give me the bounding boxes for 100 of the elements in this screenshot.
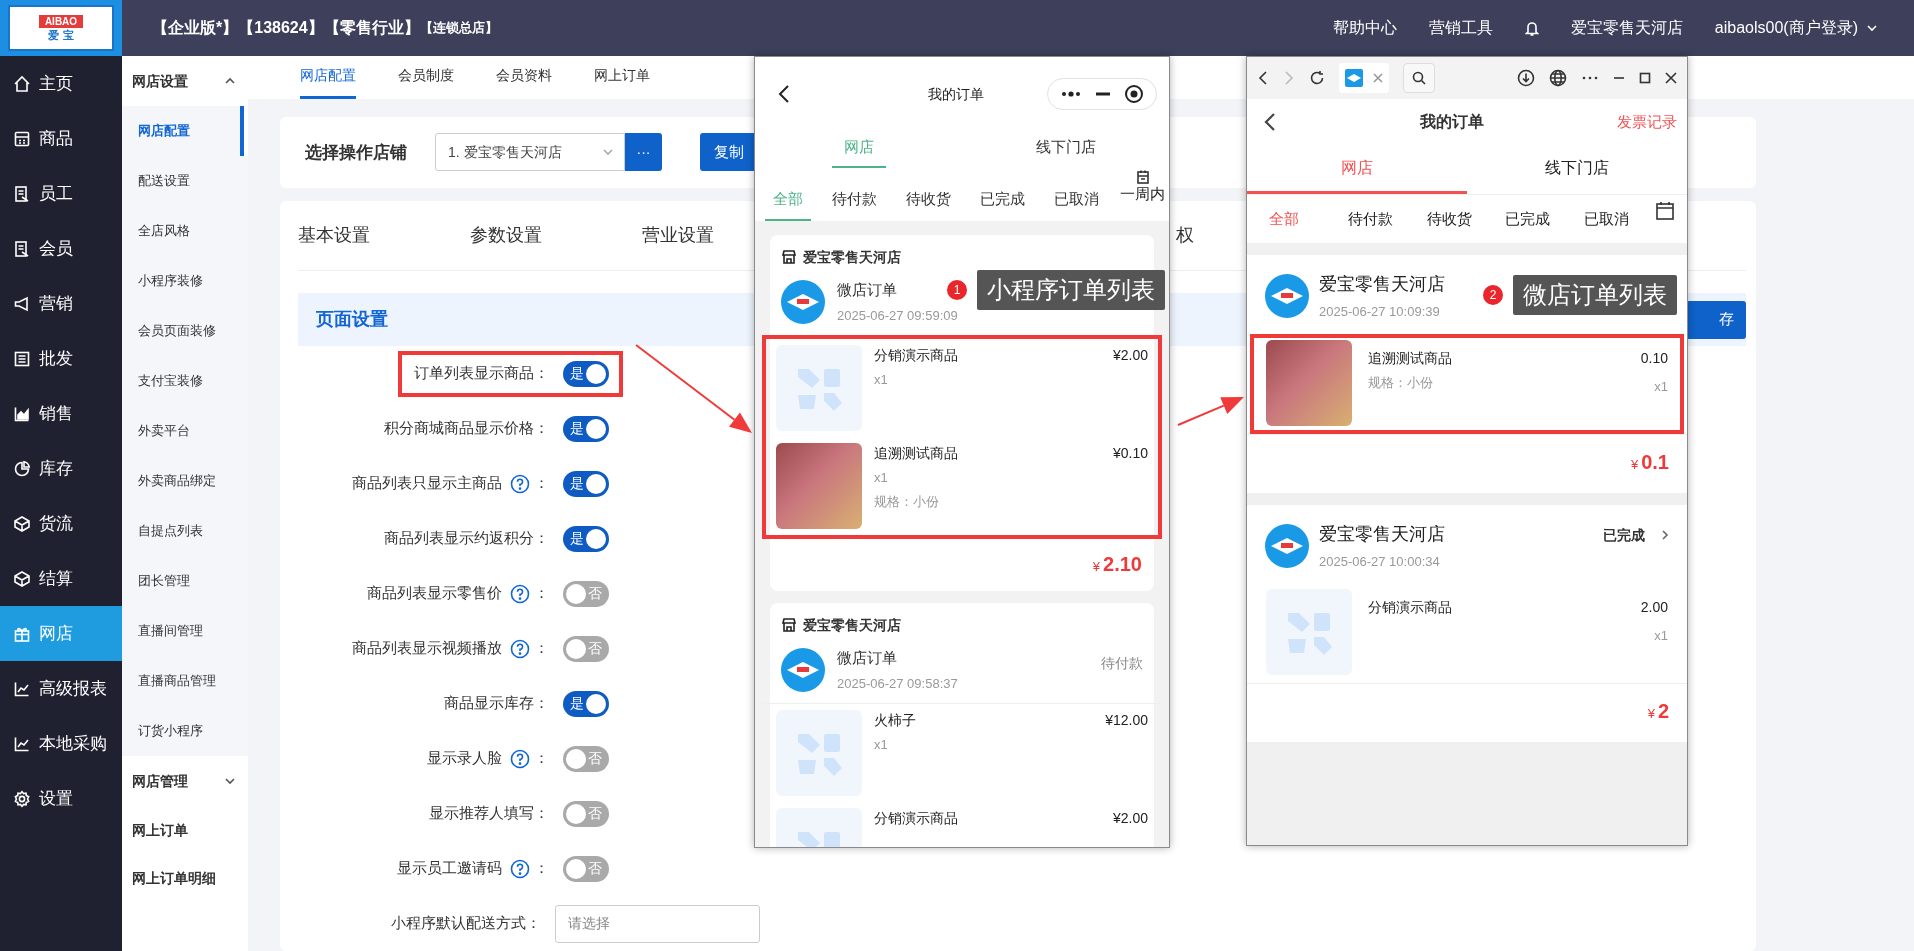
product-name: 追溯测试商品 — [1368, 348, 1453, 368]
filter-tab[interactable]: 全部 — [1261, 207, 1340, 231]
product-name: 分销演示商品 — [874, 809, 958, 828]
sidebar-item[interactable]: 销售 — [0, 386, 122, 441]
sidebar-item[interactable]: 会员 — [0, 221, 122, 276]
product-quantity: x1 — [874, 469, 889, 487]
submenu-item[interactable]: 自提点列表 — [122, 506, 248, 556]
help-icon[interactable] — [510, 748, 530, 769]
setting-label: 积分商城商品显示价格： — [384, 418, 549, 439]
bell-icon[interactable] — [1524, 20, 1539, 36]
settings-tab[interactable]: 营业设置 — [642, 222, 714, 249]
more-button[interactable]: ··· — [625, 133, 662, 172]
maximize-icon[interactable] — [1639, 72, 1651, 84]
sidebar-item[interactable]: 本地采购 — [0, 716, 122, 771]
product-quantity: x1 — [1654, 377, 1668, 396]
tab[interactable]: 会员制度 — [398, 56, 454, 99]
tab[interactable]: 网店配置 — [300, 56, 356, 99]
help-icon[interactable] — [510, 583, 530, 604]
submenu-item[interactable]: 全店风格 — [122, 206, 248, 256]
filter-tab[interactable]: 已完成 — [1497, 207, 1577, 231]
pie-chart-icon — [13, 459, 31, 478]
callout-label: 小程序订单列表 — [977, 270, 1165, 310]
setting-label: 显示员工邀请码 — [397, 858, 502, 879]
tab[interactable]: 网店 — [1247, 145, 1467, 194]
sidebar-item[interactable]: 库存 — [0, 441, 122, 496]
sidebar-item[interactable]: 高级报表 — [0, 661, 122, 716]
toggle-switch[interactable]: 是 — [563, 415, 609, 442]
more-icon[interactable] — [1581, 75, 1599, 81]
help-icon[interactable] — [510, 473, 530, 494]
globe-icon[interactable] — [1549, 69, 1567, 87]
store-select[interactable]: 1. 爱宝零售天河店 — [435, 133, 625, 172]
product-quantity: x1 — [1654, 627, 1668, 645]
submenu-item[interactable]: 订货小程序 — [122, 706, 248, 756]
megaphone-icon — [13, 294, 31, 313]
help-icon[interactable] — [510, 638, 530, 659]
submenu-item[interactable]: 直播间管理 — [122, 606, 248, 656]
filter-tab[interactable]: 待付款 — [824, 179, 885, 221]
back-icon[interactable] — [1263, 112, 1277, 132]
submenu-item[interactable]: 直播商品管理 — [122, 656, 248, 706]
select-field[interactable]: 请选择 — [555, 904, 760, 943]
settings-tab[interactable]: 基本设置 — [298, 222, 370, 249]
caret-icon — [1866, 22, 1878, 34]
filter-tab[interactable]: 已取消 — [1576, 207, 1655, 231]
submenu-item[interactable]: 网上订单 — [122, 806, 248, 854]
help-icon[interactable] — [510, 858, 530, 879]
toggle-switch[interactable]: 是 — [563, 525, 609, 552]
select-value: 1. 爱宝零售天河店 — [448, 142, 562, 162]
toggle-switch[interactable]: 是 — [563, 690, 609, 717]
product-name: 追溯测试商品 — [874, 444, 958, 463]
submenu-item[interactable]: 团长管理 — [122, 556, 248, 606]
sidebar-item[interactable]: 批发 — [0, 331, 122, 386]
sidebar-item[interactable]: 营销 — [0, 276, 122, 331]
logo-icon — [1265, 274, 1309, 319]
store-name: 爱宝零售天河店 — [803, 247, 901, 267]
calendar-icon[interactable] — [1655, 201, 1675, 221]
submenu-item[interactable]: 外卖商品绑定 — [122, 456, 248, 506]
settings-tab[interactable]: 权 — [1176, 222, 1194, 249]
submenu-item[interactable]: 外卖平台 — [122, 406, 248, 456]
header-link[interactable]: 营销工具 — [1428, 16, 1493, 40]
section-title: 页面设置 — [316, 308, 388, 331]
sidebar-item[interactable]: 货流 — [0, 496, 122, 551]
submenu-item[interactable]: 网上订单明细 — [122, 854, 248, 902]
sidebar-item[interactable]: 商品 — [0, 111, 122, 166]
search-button[interactable] — [1403, 63, 1435, 93]
refresh-icon[interactable] — [1309, 70, 1325, 86]
sidebar-item[interactable]: 设置 — [0, 771, 122, 826]
sidebar-item[interactable]: 结算 — [0, 551, 122, 606]
back-icon[interactable] — [777, 84, 791, 104]
product-name: 火柿子 — [874, 711, 916, 730]
header-link[interactable]: 帮助中心 — [1332, 16, 1397, 40]
product-name: 分销演示商品 — [874, 346, 958, 365]
submenu-item[interactable]: 会员页面装修 — [122, 306, 248, 356]
save-button[interactable]: 存 — [1686, 300, 1746, 339]
branch-label: 【连锁总店】 — [419, 19, 498, 38]
submenu-item[interactable]: 网店配置 — [122, 106, 248, 156]
settings-tab[interactable]: 参数设置 — [470, 222, 542, 249]
sidebar-item[interactable]: 主页 — [0, 56, 122, 111]
sidebar-item[interactable]: 员工 — [0, 166, 122, 221]
browser-tab[interactable] — [1339, 63, 1389, 93]
toggle-switch[interactable]: 是 — [563, 360, 609, 387]
toggle-switch[interactable]: 是 — [563, 470, 609, 497]
tab[interactable]: 会员资料 — [496, 56, 552, 99]
tab[interactable]: 线下门店 — [1467, 145, 1687, 194]
back-icon[interactable] — [1257, 71, 1269, 85]
filter-tab[interactable]: 待付款 — [1339, 207, 1419, 231]
invoice-link[interactable]: 发票记录 — [1587, 110, 1677, 134]
more-icon — [1060, 89, 1083, 99]
submenu-item[interactable]: 支付宝装修 — [122, 356, 248, 406]
filter-tab[interactable]: 已完成 — [972, 179, 1033, 221]
filter-tab[interactable]: 待收货 — [1418, 207, 1498, 231]
filter-tab[interactable]: 已取消 — [1046, 179, 1107, 221]
copy-button[interactable]: 复制 — [700, 133, 756, 172]
store-name[interactable]: 爱宝零售天河店 — [1570, 16, 1683, 40]
close-icon[interactable] — [1665, 72, 1677, 84]
filter-tab[interactable]: 待收货 — [898, 179, 959, 221]
submenu-item[interactable]: 配送设置 — [122, 156, 248, 206]
download-icon[interactable] — [1517, 69, 1535, 87]
submenu-item[interactable]: 小程序装修 — [122, 256, 248, 306]
tab[interactable]: 网上订单 — [594, 56, 650, 99]
user-name[interactable]: aibaols00(商户登录) — [1714, 16, 1858, 40]
